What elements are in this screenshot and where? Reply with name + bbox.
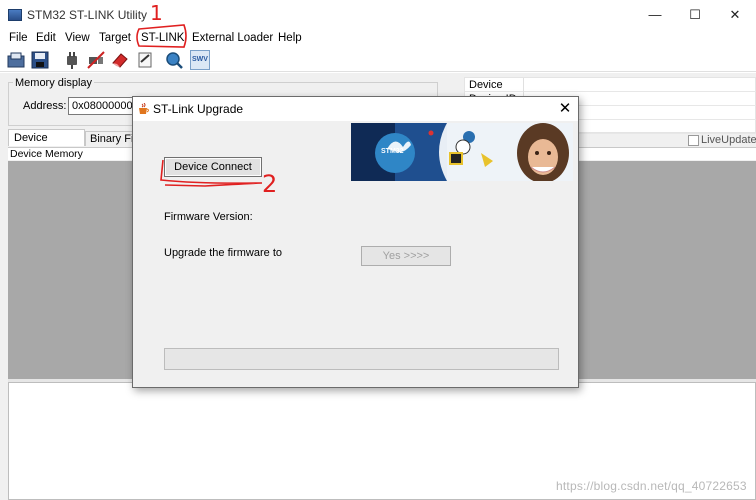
- menu-external-loader[interactable]: External Loader: [192, 30, 273, 47]
- device-label: Device: [469, 79, 503, 91]
- program-icon[interactable]: [135, 50, 155, 70]
- app-icon: [8, 9, 22, 21]
- watermark: https://blog.csdn.net/qq_40722653: [556, 479, 747, 493]
- device-connect-button[interactable]: Device Connect: [164, 157, 262, 177]
- dialog-close-button[interactable]: ✕: [554, 98, 576, 120]
- window-close-button[interactable]: ✕: [720, 4, 750, 26]
- upgrade-progress-bar: [164, 348, 559, 370]
- window-titlebar: STM32 ST-LINK Utility — ☐ ✕: [0, 0, 756, 30]
- swv-icon[interactable]: SWV: [190, 50, 210, 70]
- menu-edit[interactable]: Edit: [36, 30, 56, 47]
- dialog-titlebar: ST-Link Upgrade ✕: [133, 97, 578, 121]
- st-link-upgrade-dialog: ST-Link Upgrade ✕ Device Connect STM32 F…: [132, 96, 579, 388]
- memory-header-label: Device Memory: [10, 148, 83, 160]
- menu-view[interactable]: View: [65, 30, 90, 47]
- liveupdate-label: LiveUpdate: [701, 134, 756, 146]
- address-label: Address:: [23, 100, 67, 112]
- upgrade-firmware-label: Upgrade the firmware to: [164, 247, 282, 259]
- menu-help[interactable]: Help: [278, 30, 302, 47]
- save-file-icon[interactable]: [6, 50, 26, 70]
- menu-st-link[interactable]: ST-LINK: [141, 30, 184, 47]
- verify-icon[interactable]: [164, 50, 184, 70]
- tab-device-memory[interactable]: Device Memory: [8, 129, 85, 160]
- toolbar: SWV: [0, 48, 756, 72]
- firmware-version-label: Firmware Version:: [164, 211, 253, 223]
- dialog-title: ST-Link Upgrade: [153, 102, 244, 116]
- yes-upgrade-button[interactable]: Yes >>>>: [361, 246, 451, 266]
- maximize-button[interactable]: ☐: [680, 4, 710, 26]
- device-row: Device: [465, 78, 756, 92]
- memory-display-label: Memory display: [13, 77, 95, 89]
- connect-icon[interactable]: [62, 50, 82, 70]
- java-cup-icon: [139, 103, 149, 114]
- menu-file[interactable]: File: [9, 30, 28, 47]
- address-input[interactable]: 0x08000000: [68, 97, 134, 115]
- menu-target[interactable]: Target: [99, 30, 131, 47]
- save-icon[interactable]: [30, 50, 50, 70]
- disconnect-icon[interactable]: [86, 50, 106, 70]
- st-banner-image: STM32: [351, 123, 573, 181]
- minimize-button[interactable]: —: [640, 4, 670, 26]
- erase-icon[interactable]: [110, 50, 130, 70]
- liveupdate-checkbox[interactable]: [688, 135, 699, 146]
- banner-chip-text: STM32: [381, 148, 404, 155]
- menu-bar: File Edit View Target ST-LINK External L…: [0, 30, 756, 47]
- window-title: STM32 ST-LINK Utility: [27, 8, 148, 22]
